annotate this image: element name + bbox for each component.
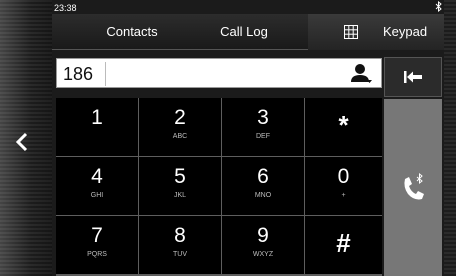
phone-screen: 23:38 Contacts Call Log Keypad 186 1 2 A… — [0, 0, 456, 276]
key-digit: 4 — [91, 165, 103, 188]
key-letters: PQRS — [87, 251, 107, 258]
key-digit: 7 — [91, 224, 103, 247]
key-digit: 0 — [337, 165, 350, 188]
keypad-key[interactable]: 3 DEF — [222, 98, 304, 156]
call-button[interactable] — [384, 99, 442, 276]
backspace-button[interactable] — [384, 57, 442, 97]
keypad-key[interactable]: * — [305, 98, 382, 156]
keypad-key[interactable]: 4 GHI — [56, 157, 138, 215]
backspace-arrow-icon — [404, 71, 422, 83]
keypad-key[interactable]: 8 TUV — [139, 216, 221, 274]
back-button[interactable] — [8, 126, 36, 158]
bluetooth-call-icon — [404, 172, 424, 199]
keypad-key[interactable]: 9 WXYZ — [222, 216, 304, 274]
key-digit: 9 — [257, 224, 269, 247]
keypad-key[interactable]: # — [305, 216, 382, 274]
key-letters: DEF — [256, 133, 270, 140]
key-digit: 5 — [174, 165, 186, 188]
key-digit: 3 — [257, 106, 269, 129]
keypad-grid-icon — [344, 25, 358, 39]
key-digit: 1 — [91, 106, 103, 129]
key-digit: # — [336, 228, 351, 258]
key-digit: 8 — [174, 224, 186, 247]
keypad: 1 2 ABC 3 DEF * 4 GHI 5 JKL 6 MNO 0 +7 PQRS 8 TUV 9 WXYZ # — [56, 98, 382, 276]
key-letters: JKL — [173, 192, 187, 199]
key-letters: TUV — [173, 251, 187, 258]
key-letters: WXYZ — [252, 251, 274, 258]
tab-call-log[interactable]: Call Log — [194, 14, 294, 50]
key-letters: + — [341, 192, 346, 199]
dialed-number-field[interactable]: 186 — [56, 58, 382, 88]
key-digit: 6 — [257, 165, 269, 188]
keypad-key[interactable]: 6 MNO — [222, 157, 304, 215]
chevron-left-icon — [15, 132, 28, 152]
keypad-key[interactable]: 1 — [56, 98, 138, 156]
text-cursor — [105, 62, 106, 86]
keypad-key[interactable]: 7 PQRS — [56, 216, 138, 274]
bluetooth-icon — [435, 1, 442, 12]
key-letters: ABC — [172, 133, 188, 140]
tab-bar: Contacts Call Log Keypad — [52, 14, 444, 50]
contact-person-icon[interactable] — [349, 63, 373, 85]
key-letters: MNO — [254, 192, 272, 199]
keypad-key[interactable]: 2 ABC — [139, 98, 221, 156]
keypad-key[interactable]: 5 JKL — [139, 157, 221, 215]
keypad-key[interactable]: 0 + — [305, 157, 382, 215]
status-bar: 23:38 — [52, 0, 444, 14]
key-letters: GHI — [90, 192, 104, 199]
dialed-number: 186 — [63, 64, 94, 84]
tab-keypad[interactable]: Keypad — [308, 14, 444, 50]
clock: 23:38 — [54, 3, 77, 13]
tab-contacts[interactable]: Contacts — [82, 14, 182, 50]
tab-keypad-label: Keypad — [382, 24, 428, 39]
right-edge-panel — [444, 0, 456, 276]
key-digit: 2 — [174, 106, 186, 129]
key-digit: * — [338, 110, 349, 140]
